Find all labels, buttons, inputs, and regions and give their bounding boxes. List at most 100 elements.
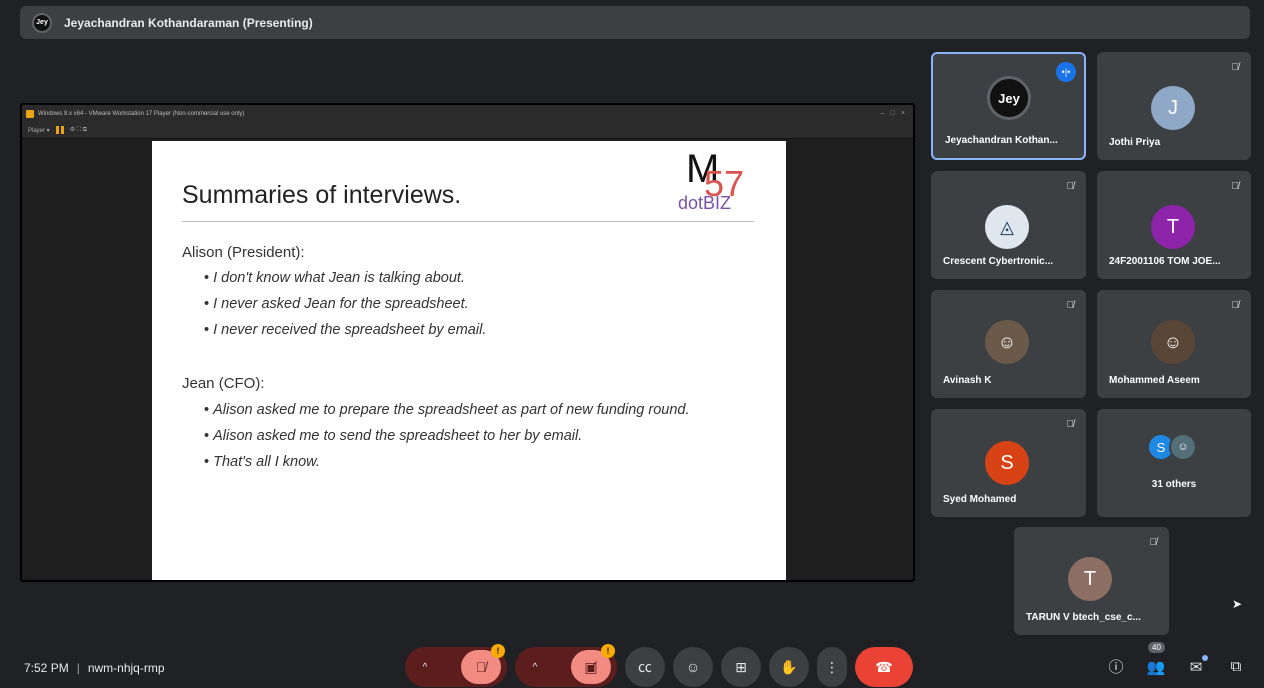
captions-button[interactable]: ㏄ (625, 647, 665, 687)
participant-name: Jeyachandran Kothan... (945, 135, 1058, 146)
more-vert-icon: ⋮ (825, 658, 839, 675)
more-options-button[interactable]: ⋮ (817, 647, 847, 687)
speaking-indicator-icon: •|• (1056, 62, 1076, 82)
others-count: 31 others (1151, 479, 1197, 490)
profile-photo-icon: ☺ (985, 320, 1029, 364)
meeting-code: nwm-nhjq-rmp (87, 661, 165, 675)
camera-off-icon: ▣̸ (584, 658, 598, 675)
vm-tool-icons[interactable]: ⚙ ⛶ ⧉ (70, 126, 87, 134)
participant-name: Crescent Cybertronic... (943, 256, 1054, 267)
vm-title: Windows 8.x x64 - VMware Workstation 17 … (38, 110, 245, 117)
avatar: J (1151, 86, 1195, 130)
participant-name: Syed Mohamed (943, 494, 1017, 505)
chat-icon: ✉ (1189, 658, 1203, 676)
meeting-time: 7:52 PM (24, 661, 69, 675)
camera-off-button[interactable]: ▣̸ ! (571, 644, 615, 684)
close-icon[interactable]: × (901, 110, 905, 117)
people-count-badge: 40 (1148, 641, 1165, 653)
bullet-item: I never received the spreadsheet by emai… (204, 317, 486, 343)
mic-off-icon: 🎙̸ (475, 659, 487, 675)
slide-title: Summaries of interviews. (182, 181, 462, 209)
emoji-icon: ☺ (685, 659, 701, 675)
m57-logo: M 57 dotBIZ (678, 147, 745, 213)
bullet-list: I don't know what Jean is talking about.… (204, 265, 486, 343)
mic-off-icon: 🎙̸ (1231, 62, 1240, 73)
info-icon: ⓘ (1108, 659, 1124, 676)
participant-name: Avinash K (943, 375, 992, 386)
presentation-slide: Summaries of interviews. M 57 dotBIZ Ali… (152, 141, 786, 580)
avatar: T (1151, 205, 1195, 249)
leave-call-button[interactable]: ☎ (855, 647, 913, 687)
meeting-details-button[interactable]: ⓘ (1106, 656, 1126, 677)
captions-icon: ㏄ (638, 659, 652, 675)
mic-off-icon: 🎙̸ (1231, 300, 1240, 311)
pause-icon[interactable] (55, 126, 64, 134)
bullet-item: I never asked Jean for the spreadsheet. (204, 291, 486, 317)
people-button[interactable]: 40 👥 (1146, 641, 1166, 676)
vmware-logo-icon (26, 109, 34, 118)
avatar: T (1068, 557, 1112, 601)
participant-name: Mohammed Aseem (1109, 375, 1200, 386)
camera-options-chevron-icon[interactable]: ^ (521, 662, 549, 673)
participant-tile[interactable]: ◬ 🎙̸ Crescent Cybertronic... (931, 171, 1086, 279)
mic-options-chevron-icon[interactable]: ^ (411, 662, 439, 673)
present-screen-icon: ⊞ (735, 658, 747, 675)
camera-control: ^ ▣̸ ! (515, 644, 617, 687)
mic-off-icon: 🎙̸ (1231, 181, 1240, 192)
participant-tile[interactable]: ☺ 🎙̸ Mohammed Aseem (1097, 290, 1251, 398)
vm-titlebar: Windows 8.x x64 - VMware Workstation 17 … (22, 105, 913, 122)
profile-photo-icon: ☺ (1151, 320, 1195, 364)
speaker-label: Jean (CFO): (182, 375, 265, 392)
activities-icon: ⧉ (1230, 658, 1242, 675)
mic-off-icon: 🎙̸ (1066, 300, 1075, 311)
warning-icon: ! (491, 644, 505, 658)
mic-control: ^ 🎙̸ ! (405, 644, 507, 687)
info-separator: | (76, 661, 80, 675)
minimize-icon[interactable]: – (881, 110, 885, 117)
title-divider (182, 221, 754, 222)
present-button[interactable]: ⊞ (721, 647, 761, 687)
mic-off-icon: 🎙̸ (1149, 537, 1158, 548)
shared-screen: Windows 8.x x64 - VMware Workstation 17 … (20, 103, 915, 582)
mouse-cursor-icon: ➤ (1232, 597, 1243, 611)
emoji-button[interactable]: ☺ (673, 647, 713, 687)
mic-off-icon: 🎙̸ (1066, 419, 1075, 430)
raise-hand-button[interactable]: ✋ (769, 647, 809, 687)
maximize-icon[interactable]: □ (891, 110, 895, 117)
avatar: Jey (987, 76, 1031, 120)
bullet-item: Alison asked me to send the spreadsheet … (204, 423, 690, 449)
vm-toolbar: Player ▾ ⚙ ⛶ ⧉ (22, 122, 913, 139)
activities-button[interactable]: ⧉ (1226, 658, 1246, 675)
others-tile[interactable]: S ☺ 31 others (1097, 409, 1251, 517)
presenter-name: Jeyachandran Kothandaraman (Presenting) (64, 15, 313, 30)
presenter-banner: Jey Jeyachandran Kothandaraman (Presenti… (20, 6, 1250, 39)
meeting-info: 7:52 PM | nwm-nhjq-rmp (24, 661, 165, 675)
people-icon: 👥 (1146, 658, 1166, 676)
unread-dot (1202, 654, 1208, 661)
participant-name: Jothi Priya (1109, 137, 1161, 148)
organization-logo-icon: ◬ (985, 205, 1029, 249)
participant-tile[interactable]: Jey •|• Jeyachandran Kothan... (931, 52, 1086, 160)
warning-icon: ! (601, 644, 615, 658)
call-controls: ^ 🎙̸ ! ^ ▣̸ ! ㏄ ☺ ⊞ ✋ ⋮ ☎ (405, 644, 913, 687)
hand-icon: ✋ (780, 658, 798, 675)
bullet-item: Alison asked me to prepare the spreadshe… (204, 397, 689, 423)
hang-up-icon: ☎ (875, 658, 893, 675)
bullet-item: I don't know what Jean is talking about. (204, 265, 486, 291)
participant-name: 24F2001106 TOM JOE... (1109, 256, 1221, 267)
participant-tile[interactable]: S 🎙̸ Syed Mohamed (931, 409, 1086, 517)
participant-tile[interactable]: ☺ 🎙̸ Avinash K (931, 290, 1086, 398)
participant-tile[interactable]: T 🎙̸ TARUN V btech_cse_c... (1014, 527, 1169, 635)
participant-tile[interactable]: J 🎙̸ Jothi Priya (1097, 52, 1251, 160)
mic-off-button[interactable]: 🎙̸ ! (461, 644, 505, 684)
mic-off-icon: 🎙̸ (1066, 181, 1075, 192)
speaker-label: Alison (President): (182, 244, 305, 261)
participant-name: TARUN V btech_cse_c... (1026, 612, 1141, 623)
player-menu[interactable]: Player ▾ (28, 127, 50, 134)
chat-button[interactable]: ✉ (1186, 654, 1208, 676)
presenter-avatar: Jey (32, 12, 52, 33)
avatar: S (985, 441, 1029, 485)
bullet-list: Alison asked me to prepare the spreadshe… (204, 397, 690, 475)
participant-tile[interactable]: T 🎙̸ 24F2001106 TOM JOE... (1097, 171, 1251, 279)
side-panel-controls: ⓘ 40 👥 ✉ ⧉ (1106, 641, 1246, 677)
